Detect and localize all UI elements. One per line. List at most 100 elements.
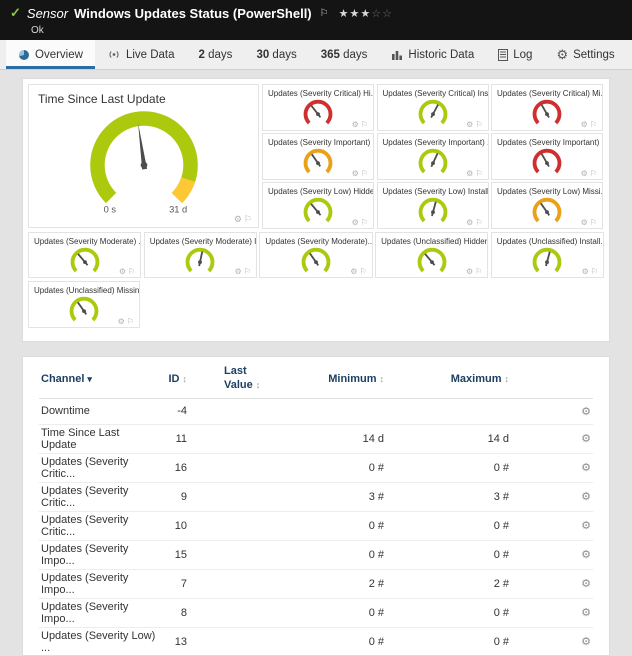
alert-icon[interactable]: ⚐: [361, 218, 370, 227]
table-row[interactable]: Updates (Severity Impo...80 #0 #⚙: [39, 599, 593, 628]
alert-icon[interactable]: ⚐: [590, 120, 599, 129]
alert-icon[interactable]: ⚐: [475, 120, 484, 129]
gear-icon[interactable]: ⚙: [581, 120, 590, 129]
cell-minimum: 3 #: [279, 489, 394, 505]
cell-channel[interactable]: Updates (Severity Critic...: [39, 483, 157, 511]
cell-id: 10: [157, 518, 199, 534]
cell-minimum: 14 d: [279, 431, 394, 447]
table-row[interactable]: Time Since Last Update1114 d14 d⚙: [39, 425, 593, 454]
alert-icon[interactable]: ⚐: [244, 267, 253, 276]
time-since-last-update-card[interactable]: Time Since Last Update 0 s 31 d ⚙⚐: [28, 84, 259, 228]
alert-icon[interactable]: ⚐: [590, 218, 599, 227]
gear-icon[interactable]: ⚙: [466, 120, 475, 129]
tab-settings[interactable]: ⚙Settings: [544, 40, 626, 69]
table-row[interactable]: Updates (Severity Critic...160 #0 #⚙: [39, 454, 593, 483]
channel-gauge-card[interactable]: Updates (Severity Moderate)...⚙⚐: [259, 232, 372, 279]
mini-gauge: [408, 96, 458, 130]
cell-channel[interactable]: Updates (Severity Impo...: [39, 599, 157, 627]
gear-icon[interactable]: ⚙: [581, 218, 590, 227]
col-header-id[interactable]: ID↕: [157, 371, 199, 387]
cell-channel[interactable]: Updates (Severity Impo...: [39, 541, 157, 569]
gear-icon[interactable]: ⚙: [466, 267, 475, 276]
alert-icon[interactable]: ⚐: [359, 267, 368, 276]
alert-icon[interactable]: ⚐: [475, 169, 484, 178]
chart-icon: [391, 49, 403, 60]
cell-channel[interactable]: Time Since Last Update: [39, 425, 157, 453]
gear-icon[interactable]: ⚙: [352, 218, 361, 227]
cell-id: 9: [157, 489, 199, 505]
col-header-maximum[interactable]: Maximum↕: [394, 371, 519, 387]
table-row[interactable]: Updates (Severity Critic...100 #0 #⚙: [39, 512, 593, 541]
table-row[interactable]: Updates (Severity Impo...150 #0 #⚙: [39, 541, 593, 570]
alert-icon[interactable]: ⚐: [475, 218, 484, 227]
gear-icon[interactable]: ⚙: [466, 169, 475, 178]
col-header-minimum[interactable]: Minimum↕: [279, 371, 394, 387]
channel-gauge-card[interactable]: Updates (Severity Low) Install...⚙⚐: [377, 182, 489, 229]
alert-icon[interactable]: ⚐: [590, 169, 599, 178]
tab-overview[interactable]: Overview: [6, 40, 95, 69]
gear-icon[interactable]: ⚙: [581, 169, 590, 178]
channel-gauge-card[interactable]: Updates (Severity Critical) Hi...⚙⚐: [262, 84, 374, 131]
channel-gauge-card[interactable]: Updates (Severity Important) ...⚙⚐: [491, 133, 603, 180]
alert-icon[interactable]: ⚐: [244, 214, 254, 224]
table-row[interactable]: Updates (Severity Critic...93 #3 #⚙: [39, 483, 593, 512]
col-header-last-value[interactable]: Last Value↕: [199, 363, 279, 395]
alert-icon[interactable]: ⚐: [361, 169, 370, 178]
gear-icon[interactable]: ⚙: [582, 267, 591, 276]
tab-2-days[interactable]: 2 days: [187, 40, 245, 69]
cell-channel[interactable]: Updates (Severity Low) ...: [39, 628, 157, 656]
alert-icon[interactable]: ⚐: [127, 317, 136, 326]
cell-channel[interactable]: Downtime: [39, 403, 157, 419]
tab-log[interactable]: Log: [486, 40, 544, 69]
alert-icon[interactable]: ⚐: [475, 267, 484, 276]
gear-icon[interactable]: ⚙: [352, 169, 361, 178]
tab-30-days[interactable]: 30 days: [244, 40, 308, 69]
cell-channel[interactable]: Updates (Severity Critic...: [39, 454, 157, 482]
gear-icon[interactable]: ⚙: [234, 214, 244, 224]
channel-gauge-card[interactable]: Updates (Severity Moderate) ...⚙⚐: [28, 232, 141, 279]
channel-gauge-card[interactable]: Updates (Severity Critical) Mi...⚙⚐: [491, 84, 603, 131]
mini-gauge-row-1: Updates (Unclassified) Missing⚙⚐: [28, 281, 604, 336]
col-header-channel[interactable]: Channel▾: [39, 371, 157, 387]
table-row[interactable]: Updates (Severity Impo...72 #2 #⚙: [39, 570, 593, 599]
alert-icon[interactable]: ⚐: [591, 267, 600, 276]
table-row[interactable]: Updates (Severity Low) ...130 #0 #⚙: [39, 628, 593, 656]
gear-icon[interactable]: ⚙: [466, 218, 475, 227]
channel-settings-icon[interactable]: ⚙: [519, 459, 593, 476]
channel-settings-icon[interactable]: ⚙: [519, 575, 593, 592]
channel-gauge-card[interactable]: Updates (Severity Critical) Ins...⚙⚐: [377, 84, 489, 131]
channel-settings-icon[interactable]: ⚙: [519, 488, 593, 505]
gear-icon[interactable]: ⚙: [118, 317, 127, 326]
gauge-card-icons: ⚙⚐: [466, 169, 484, 178]
alert-icon[interactable]: ⚐: [128, 267, 137, 276]
channel-gauge-card[interactable]: Updates (Unclassified) Install...⚙⚐: [491, 232, 604, 279]
col-header-actions: [519, 377, 593, 381]
tab-historic-data[interactable]: Historic Data: [379, 40, 486, 69]
channel-gauge-card[interactable]: Updates (Unclassified) Hidden⚙⚐: [375, 232, 488, 279]
cell-channel[interactable]: Updates (Severity Impo...: [39, 570, 157, 598]
table-row[interactable]: Downtime-4⚙: [39, 399, 593, 425]
cell-last-value: [199, 495, 279, 499]
channel-gauge-card[interactable]: Updates (Severity Moderate) I...⚙⚐: [144, 232, 257, 279]
rating-stars[interactable]: ★★★☆☆: [339, 7, 393, 20]
alert-icon[interactable]: ⚐: [361, 120, 370, 129]
channel-gauge-card[interactable]: Updates (Severity Low) Missi...⚙⚐: [491, 182, 603, 229]
channel-gauge-card[interactable]: Updates (Unclassified) Missing⚙⚐: [28, 281, 140, 328]
tab-live-data[interactable]: Live Data: [95, 40, 187, 69]
gear-icon[interactable]: ⚙: [352, 120, 361, 129]
channel-settings-icon[interactable]: ⚙: [519, 517, 593, 534]
channel-gauge-card[interactable]: Updates (Severity Important) ...⚙⚐: [377, 133, 489, 180]
channel-settings-icon[interactable]: ⚙: [519, 430, 593, 447]
gear-icon[interactable]: ⚙: [235, 267, 244, 276]
channel-settings-icon[interactable]: ⚙: [519, 604, 593, 621]
channel-settings-icon[interactable]: ⚙: [519, 546, 593, 563]
channel-settings-icon[interactable]: ⚙: [519, 403, 593, 420]
gear-icon[interactable]: ⚙: [119, 267, 128, 276]
cell-channel[interactable]: Updates (Severity Critic...: [39, 512, 157, 540]
channel-gauge-card[interactable]: Updates (Severity Important) ...⚙⚐: [262, 133, 374, 180]
channel-gauge-card[interactable]: Updates (Severity Low) Hidden⚙⚐: [262, 182, 374, 229]
priority-flag-icon[interactable]: ⚐: [320, 8, 329, 19]
tab-365-days[interactable]: 365 days: [309, 40, 380, 69]
cell-id: 15: [157, 547, 199, 563]
cell-last-value: [199, 437, 279, 441]
